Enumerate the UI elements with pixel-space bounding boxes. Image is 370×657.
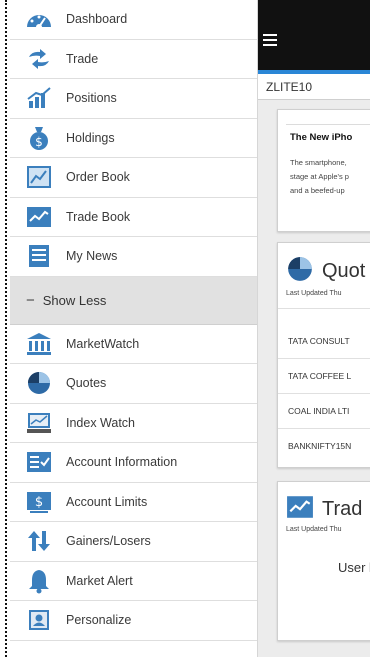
sidebar-item-label: Gainers/Losers [66, 534, 151, 549]
quotes-card: Quot Last Updated Thu TATA CONSULT TATA … [277, 242, 370, 468]
news-headline[interactable]: The New iPho [290, 132, 352, 143]
sidebar-item-market-alert[interactable]: Market Alert [10, 562, 257, 601]
sidebar-item-dashboard[interactable]: Dashboard [10, 0, 257, 40]
sidebar-item-holdings[interactable]: $ Holdings [10, 119, 257, 158]
news-card[interactable]: The New iPho The smartphone, stage at Ap… [277, 109, 370, 232]
marketwatch-bank-icon [24, 329, 54, 359]
divider [286, 124, 370, 125]
sidebar-item-account-information[interactable]: Account Information [10, 443, 257, 483]
trade-card-header: Trad [286, 494, 362, 525]
quote-row[interactable]: BANKNIFTY15N [278, 428, 370, 460]
sidebar-item-trade[interactable]: Trade [10, 40, 257, 79]
account-limits-dollar-icon: $ [24, 487, 54, 517]
personalize-user-icon [24, 605, 54, 635]
sidebar-item-account-limits[interactable]: $ Account Limits [10, 483, 257, 522]
market-alert-bell-icon [24, 566, 54, 596]
sidebar-item-label: My News [66, 249, 118, 264]
quotes-pie-icon [24, 368, 54, 398]
svg-text:$: $ [35, 135, 43, 149]
minus-icon: − [26, 291, 35, 309]
sidebar-item-quotes[interactable]: Quotes [10, 364, 257, 404]
hamburger-menu-icon[interactable] [263, 34, 277, 49]
sidebar-item-label: Index Watch [66, 415, 136, 430]
index-watch-monitor-icon [24, 408, 54, 438]
app-header-bar [258, 0, 370, 74]
quote-row[interactable]: TATA CONSULT [278, 308, 370, 347]
svg-text:$: $ [35, 495, 43, 510]
sidebar-item-personalize[interactable]: Personalize [10, 601, 257, 641]
show-less-label: Show Less [42, 292, 107, 308]
user-message-text: User l [338, 560, 370, 575]
news-list-icon [24, 241, 54, 271]
sidebar-item-my-news[interactable]: My News [10, 237, 257, 277]
page-title: ZLITE10 [258, 74, 370, 100]
sidebar-item-gainers-losers[interactable]: Gainers/Losers [10, 522, 257, 562]
quotes-pie-icon [286, 255, 314, 288]
sidebar-item-trade-book[interactable]: Trade Book [10, 198, 257, 237]
sidebar-item-label: Trade Book [66, 209, 131, 224]
trade-chart-icon [286, 494, 314, 525]
news-snippet-line: stage at Apple's p [290, 172, 349, 181]
sidebar-item-label: Personalize [66, 613, 132, 628]
sidebar-item-label: Holdings [66, 130, 115, 145]
last-updated-text: Last Updated Thu [286, 526, 342, 533]
left-dotted-edge [0, 0, 10, 657]
last-updated-text: Last Updated Thu [286, 290, 342, 297]
sidebar-item-positions[interactable]: Positions [10, 79, 257, 119]
sidebar-item-label: Quotes [66, 376, 107, 391]
sidebar-menu: Dashboard Trade Positions $ Holdings Ord… [10, 0, 258, 657]
news-snippet-line: and a beefed-up [290, 186, 345, 195]
account-info-icon [24, 447, 54, 477]
sidebar-item-label: MarketWatch [66, 336, 140, 351]
trade-book-chart-icon [24, 202, 54, 232]
sidebar-item-label: Positions [66, 91, 117, 106]
sidebar-item-label: Account Limits [66, 494, 148, 509]
dashboard-gauge-icon [24, 4, 54, 34]
sidebar-item-label: Trade [66, 51, 99, 66]
quotes-card-header: Quot [286, 255, 365, 288]
sidebar-item-label: Market Alert [66, 573, 133, 588]
gainers-losers-arrows-icon [24, 526, 54, 556]
positions-chart-icon [24, 83, 54, 113]
sidebar-item-label: Account Information [66, 455, 178, 470]
trade-arrows-icon [24, 44, 54, 74]
sidebar-item-index-watch[interactable]: Index Watch [10, 404, 257, 443]
trade-card: Trad Last Updated Thu User l [277, 481, 370, 641]
news-snippet-line: The smartphone, [290, 158, 347, 167]
quotes-card-title: Quot [322, 260, 366, 282]
quote-row[interactable]: TATA COFFEE L [278, 358, 370, 390]
order-book-chart-icon [24, 162, 54, 192]
header-accent-line [258, 70, 370, 74]
main-content: ZLITE10 The New iPho The smartphone, sta… [258, 0, 370, 657]
quote-row[interactable]: COAL INDIA LTI [278, 393, 370, 425]
sidebar-item-label: Order Book [66, 170, 130, 185]
sidebar-item-label: Dashboard [66, 12, 128, 27]
trade-card-title: Trad [322, 498, 363, 520]
show-less-toggle[interactable]: − Show Less [10, 276, 257, 325]
sidebar-item-marketwatch[interactable]: MarketWatch [10, 325, 257, 364]
holdings-moneybag-icon: $ [24, 123, 54, 153]
sidebar-item-order-book[interactable]: Order Book [10, 158, 257, 198]
